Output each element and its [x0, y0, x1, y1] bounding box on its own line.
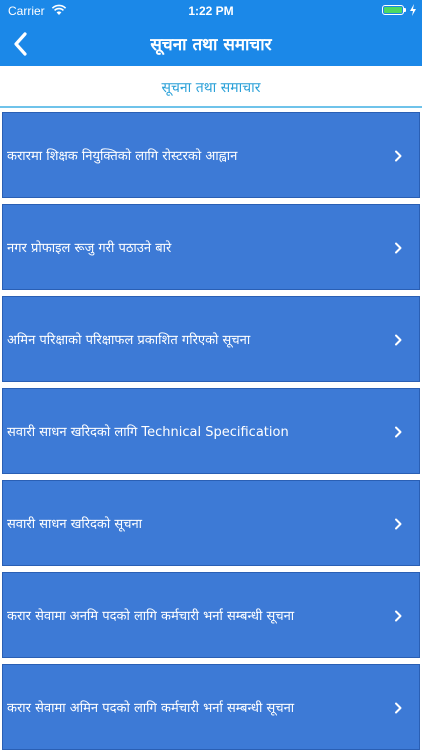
chevron-right-icon [395, 610, 402, 622]
charging-icon [410, 4, 416, 16]
page-title: सूचना तथा समाचार [150, 35, 272, 55]
notice-title: करार सेवामा अनमि पदको लागि कर्मचारी भर्न… [7, 609, 295, 624]
battery-tip [404, 8, 406, 12]
battery-icon [382, 5, 404, 15]
notice-list-item[interactable]: करार सेवामा अनमि पदको लागि कर्मचारी भर्न… [2, 572, 420, 658]
notice-list-item[interactable]: सवारी साधन खरिदको सूचना [2, 480, 420, 566]
navigation-bar: सूचना तथा समाचार [0, 22, 422, 66]
section-title: सूचना तथा समाचार [161, 80, 261, 96]
notice-list-item[interactable]: अमिन परिक्षाको परिक्षाफल प्रकाशित गरिएको… [2, 296, 420, 382]
chevron-right-icon [395, 334, 402, 346]
chevron-right-icon [395, 426, 402, 438]
chevron-right-icon [395, 150, 402, 162]
notice-title: नगर प्रोफाइल रूजु गरी पठाउने बारे [7, 241, 172, 256]
notice-title: करारमा शिक्षक नियुक्तिको लागि रोस्टरको आ… [7, 149, 238, 164]
chevron-right-icon [395, 242, 402, 254]
notice-title: सवारी साधन खरिदको लागि Technical Specifi… [7, 425, 289, 440]
clock: 1:22 PM [188, 4, 234, 18]
notice-title: अमिन परिक्षाको परिक्षाफल प्रकाशित गरिएको… [7, 333, 251, 348]
chevron-right-icon [395, 702, 402, 714]
section-header: सूचना तथा समाचार [0, 66, 422, 108]
notice-title: करार सेवामा अमिन पदको लागि कर्मचारी भर्न… [7, 701, 295, 716]
notice-title: सवारी साधन खरिदको सूचना [7, 517, 143, 532]
notice-list-item[interactable]: सवारी साधन खरिदको लागि Technical Specifi… [2, 388, 420, 474]
notice-list-item[interactable]: करार सेवामा अमिन पदको लागि कर्मचारी भर्न… [2, 664, 420, 750]
battery-level-fill [384, 7, 402, 13]
chevron-right-icon [395, 518, 402, 530]
notice-list: करारमा शिक्षक नियुक्तिको लागि रोस्टरको आ… [0, 108, 422, 750]
notice-list-item[interactable]: करारमा शिक्षक नियुक्तिको लागि रोस्टरको आ… [2, 112, 420, 198]
notice-list-item[interactable]: नगर प्रोफाइल रूजु गरी पठाउने बारे [2, 204, 420, 290]
status-bar: Carrier 1:22 PM [0, 0, 422, 22]
